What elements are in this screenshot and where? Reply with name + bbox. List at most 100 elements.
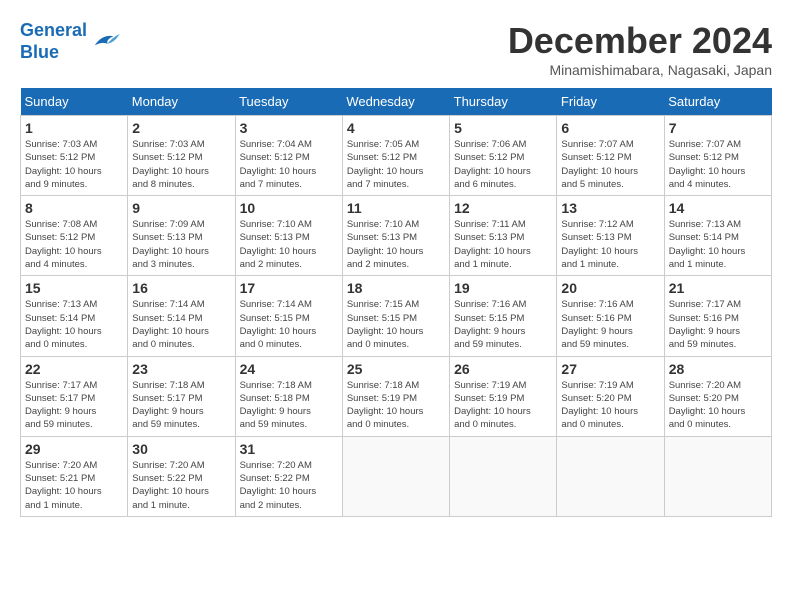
calendar-cell: 29 Sunrise: 7:20 AM Sunset: 5:21 PM Dayli…: [21, 436, 128, 516]
calendar-cell: 20 Sunrise: 7:16 AM Sunset: 5:16 PM Dayli…: [557, 276, 664, 356]
weekday-header-thursday: Thursday: [450, 88, 557, 116]
day-info: Sunrise: 7:18 AM Sunset: 5:19 PM Dayligh…: [347, 379, 445, 432]
day-number: 20: [561, 280, 659, 296]
calendar-cell: 8 Sunrise: 7:08 AM Sunset: 5:12 PM Daylig…: [21, 196, 128, 276]
day-info: Sunrise: 7:04 AM Sunset: 5:12 PM Dayligh…: [240, 138, 338, 191]
calendar-cell: 19Sunrise: 7:16 AM Sunset: 5:15 PM Dayli…: [450, 276, 557, 356]
day-info: Sunrise: 7:17 AM Sunset: 5:17 PM Dayligh…: [25, 379, 123, 432]
day-info: Sunrise: 7:20 AM Sunset: 5:20 PM Dayligh…: [669, 379, 767, 432]
calendar-cell: 28 Sunrise: 7:20 AM Sunset: 5:20 PM Dayli…: [664, 356, 771, 436]
calendar-cell: 10Sunrise: 7:10 AM Sunset: 5:13 PM Dayli…: [235, 196, 342, 276]
calendar-week-row: 8 Sunrise: 7:08 AM Sunset: 5:12 PM Daylig…: [21, 196, 772, 276]
day-number: 5: [454, 120, 552, 136]
day-number: 1: [25, 120, 123, 136]
day-info: Sunrise: 7:16 AM Sunset: 5:16 PM Dayligh…: [561, 298, 659, 351]
day-number: 6: [561, 120, 659, 136]
day-info: Sunrise: 7:20 AM Sunset: 5:22 PM Dayligh…: [132, 459, 230, 512]
calendar-week-row: 15 Sunrise: 7:13 AM Sunset: 5:14 PM Dayli…: [21, 276, 772, 356]
calendar-cell: 30Sunrise: 7:20 AM Sunset: 5:22 PM Dayli…: [128, 436, 235, 516]
day-number: 23: [132, 361, 230, 377]
title-section: December 2024 Minamishimabara, Nagasaki,…: [508, 20, 772, 78]
weekday-header-wednesday: Wednesday: [342, 88, 449, 116]
day-number: 16: [132, 280, 230, 296]
calendar-cell: 2 Sunrise: 7:03 AM Sunset: 5:12 PM Daylig…: [128, 116, 235, 196]
calendar-cell: [450, 436, 557, 516]
calendar-cell: 15 Sunrise: 7:13 AM Sunset: 5:14 PM Dayli…: [21, 276, 128, 356]
day-info: Sunrise: 7:06 AM Sunset: 5:12 PM Dayligh…: [454, 138, 552, 191]
day-info: Sunrise: 7:13 AM Sunset: 5:14 PM Dayligh…: [25, 298, 123, 351]
logo: GeneralBlue: [20, 20, 121, 63]
calendar-cell: 9 Sunrise: 7:09 AM Sunset: 5:13 PM Daylig…: [128, 196, 235, 276]
calendar-cell: 1 Sunrise: 7:03 AM Sunset: 5:12 PM Daylig…: [21, 116, 128, 196]
day-info: Sunrise: 7:03 AM Sunset: 5:12 PM Dayligh…: [25, 138, 123, 191]
calendar-cell: 6 Sunrise: 7:07 AM Sunset: 5:12 PM Daylig…: [557, 116, 664, 196]
day-info: Sunrise: 7:17 AM Sunset: 5:16 PM Dayligh…: [669, 298, 767, 351]
calendar-cell: 7 Sunrise: 7:07 AM Sunset: 5:12 PM Daylig…: [664, 116, 771, 196]
day-info: Sunrise: 7:08 AM Sunset: 5:12 PM Dayligh…: [25, 218, 123, 271]
weekday-header-friday: Friday: [557, 88, 664, 116]
day-number: 3: [240, 120, 338, 136]
calendar-cell: 4 Sunrise: 7:05 AM Sunset: 5:12 PM Daylig…: [342, 116, 449, 196]
calendar-cell: 21Sunrise: 7:17 AM Sunset: 5:16 PM Dayli…: [664, 276, 771, 356]
day-number: 27: [561, 361, 659, 377]
location-title: Minamishimabara, Nagasaki, Japan: [508, 62, 772, 78]
day-number: 15: [25, 280, 123, 296]
calendar-cell: 25 Sunrise: 7:18 AM Sunset: 5:19 PM Dayli…: [342, 356, 449, 436]
calendar-cell: 31Sunrise: 7:20 AM Sunset: 5:22 PM Dayli…: [235, 436, 342, 516]
day-info: Sunrise: 7:12 AM Sunset: 5:13 PM Dayligh…: [561, 218, 659, 271]
day-number: 4: [347, 120, 445, 136]
day-number: 13: [561, 200, 659, 216]
logo-bird-icon: [91, 29, 121, 54]
calendar-week-row: 29 Sunrise: 7:20 AM Sunset: 5:21 PM Dayli…: [21, 436, 772, 516]
day-info: Sunrise: 7:03 AM Sunset: 5:12 PM Dayligh…: [132, 138, 230, 191]
day-number: 17: [240, 280, 338, 296]
day-info: Sunrise: 7:11 AM Sunset: 5:13 PM Dayligh…: [454, 218, 552, 271]
page-header: GeneralBlue December 2024 Minamishimabar…: [20, 20, 772, 78]
calendar-cell: 18Sunrise: 7:15 AM Sunset: 5:15 PM Dayli…: [342, 276, 449, 356]
calendar-cell: [557, 436, 664, 516]
day-number: 29: [25, 441, 123, 457]
day-number: 8: [25, 200, 123, 216]
calendar-cell: [342, 436, 449, 516]
weekday-header-tuesday: Tuesday: [235, 88, 342, 116]
day-info: Sunrise: 7:07 AM Sunset: 5:12 PM Dayligh…: [669, 138, 767, 191]
day-number: 2: [132, 120, 230, 136]
calendar-cell: 14 Sunrise: 7:13 AM Sunset: 5:14 PM Dayli…: [664, 196, 771, 276]
day-info: Sunrise: 7:14 AM Sunset: 5:14 PM Dayligh…: [132, 298, 230, 351]
day-info: Sunrise: 7:18 AM Sunset: 5:17 PM Dayligh…: [132, 379, 230, 432]
day-number: 9: [132, 200, 230, 216]
calendar-cell: 24 Sunrise: 7:18 AM Sunset: 5:18 PM Dayli…: [235, 356, 342, 436]
weekday-header-sunday: Sunday: [21, 88, 128, 116]
month-title: December 2024: [508, 20, 772, 62]
day-info: Sunrise: 7:13 AM Sunset: 5:14 PM Dayligh…: [669, 218, 767, 271]
day-info: Sunrise: 7:16 AM Sunset: 5:15 PM Dayligh…: [454, 298, 552, 351]
calendar-cell: 17Sunrise: 7:14 AM Sunset: 5:15 PM Dayli…: [235, 276, 342, 356]
calendar-cell: 13 Sunrise: 7:12 AM Sunset: 5:13 PM Dayli…: [557, 196, 664, 276]
calendar-cell: [664, 436, 771, 516]
day-info: Sunrise: 7:07 AM Sunset: 5:12 PM Dayligh…: [561, 138, 659, 191]
day-info: Sunrise: 7:05 AM Sunset: 5:12 PM Dayligh…: [347, 138, 445, 191]
weekday-header-saturday: Saturday: [664, 88, 771, 116]
weekday-header-row: SundayMondayTuesdayWednesdayThursdayFrid…: [21, 88, 772, 116]
calendar-cell: 3 Sunrise: 7:04 AM Sunset: 5:12 PM Daylig…: [235, 116, 342, 196]
day-number: 24: [240, 361, 338, 377]
day-info: Sunrise: 7:09 AM Sunset: 5:13 PM Dayligh…: [132, 218, 230, 271]
day-number: 10: [240, 200, 338, 216]
day-info: Sunrise: 7:10 AM Sunset: 5:13 PM Dayligh…: [347, 218, 445, 271]
calendar-cell: 16 Sunrise: 7:14 AM Sunset: 5:14 PM Dayli…: [128, 276, 235, 356]
day-info: Sunrise: 7:20 AM Sunset: 5:21 PM Dayligh…: [25, 459, 123, 512]
day-info: Sunrise: 7:15 AM Sunset: 5:15 PM Dayligh…: [347, 298, 445, 351]
day-number: 26: [454, 361, 552, 377]
weekday-header-monday: Monday: [128, 88, 235, 116]
day-number: 28: [669, 361, 767, 377]
day-number: 22: [25, 361, 123, 377]
day-number: 11: [347, 200, 445, 216]
calendar-cell: 26Sunrise: 7:19 AM Sunset: 5:19 PM Dayli…: [450, 356, 557, 436]
calendar-cell: 11 Sunrise: 7:10 AM Sunset: 5:13 PM Dayli…: [342, 196, 449, 276]
day-number: 7: [669, 120, 767, 136]
day-number: 14: [669, 200, 767, 216]
day-number: 25: [347, 361, 445, 377]
day-info: Sunrise: 7:18 AM Sunset: 5:18 PM Dayligh…: [240, 379, 338, 432]
day-number: 31: [240, 441, 338, 457]
calendar-week-row: 1 Sunrise: 7:03 AM Sunset: 5:12 PM Daylig…: [21, 116, 772, 196]
